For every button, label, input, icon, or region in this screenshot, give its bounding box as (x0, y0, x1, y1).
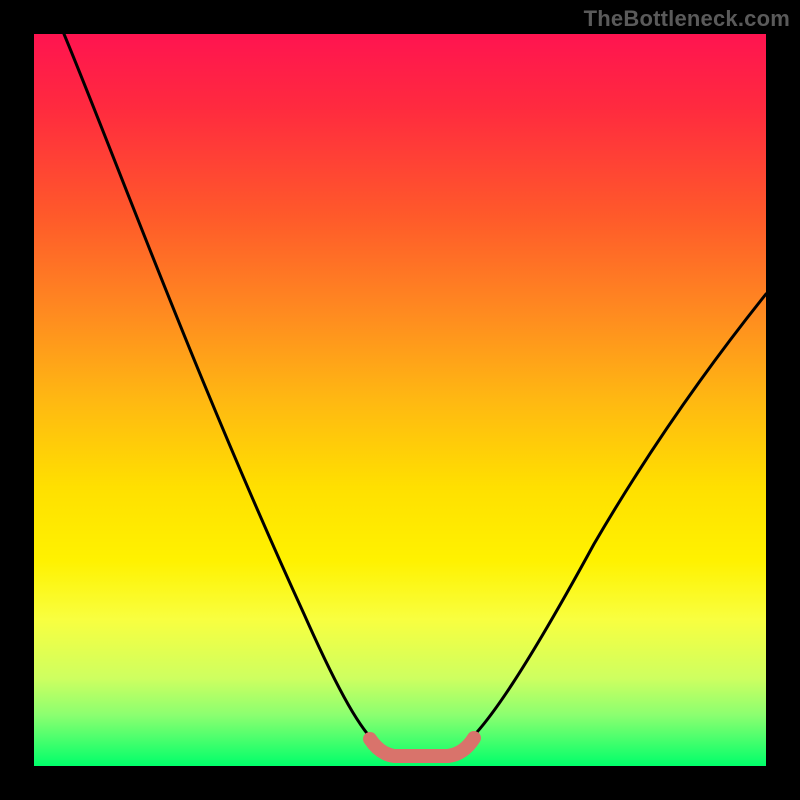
optimal-band (370, 738, 474, 756)
chart-svg (34, 34, 766, 766)
plot-area (34, 34, 766, 766)
watermark-text: TheBottleneck.com (584, 6, 790, 32)
chart-frame: TheBottleneck.com (0, 0, 800, 800)
bottleneck-curve (64, 34, 766, 752)
